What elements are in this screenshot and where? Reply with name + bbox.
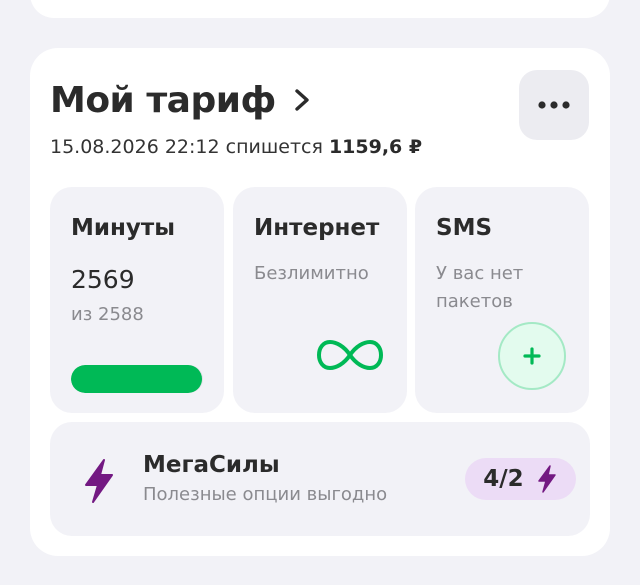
- charge-time: 22:12: [164, 136, 220, 158]
- charge-info: 15.08.2026 22:12 спишется 1159,6 ₽: [50, 136, 422, 158]
- charge-action: спишется: [225, 136, 323, 158]
- lightning-small-icon: [537, 465, 556, 493]
- charge-amount: 1159,6 ₽: [328, 136, 423, 158]
- previous-card: [30, 0, 610, 18]
- page-title: Мой тариф: [50, 79, 276, 121]
- tariff-card: Мой тариф 15.08.2026 22:12 спишется 1159…: [30, 48, 610, 556]
- sms-title: SMS: [436, 215, 493, 241]
- internet-title: Интернет: [254, 215, 380, 241]
- tariff-header-link[interactable]: Мой тариф: [50, 76, 312, 124]
- minutes-progress-bar: [71, 365, 203, 393]
- infinity-icon: [317, 339, 383, 371]
- minutes-tile[interactable]: Минуты 2569 из 2588: [50, 187, 224, 413]
- more-options-button[interactable]: [519, 70, 589, 140]
- minutes-remaining: 2569: [71, 265, 135, 294]
- more-dots-icon: [538, 101, 570, 109]
- plus-icon: [523, 347, 541, 365]
- megasily-subtitle: Полезные опции выгодно: [143, 484, 388, 505]
- chevron-right-icon: [294, 89, 309, 111]
- megasily-count: 4/2: [483, 466, 524, 492]
- megasily-row[interactable]: МегаСилы Полезные опции выгодно 4/2: [50, 422, 590, 536]
- sms-tile[interactable]: SMS У вас нет пакетов: [415, 187, 589, 413]
- add-sms-package-button[interactable]: [498, 322, 566, 390]
- internet-tile[interactable]: Интернет Безлимитно: [233, 187, 407, 413]
- charge-date: 15.08.2026: [50, 136, 159, 158]
- minutes-total: из 2588: [71, 304, 144, 325]
- megasily-badge: 4/2: [465, 458, 576, 500]
- lightning-icon: [85, 459, 113, 503]
- internet-status: Безлимитно: [254, 263, 369, 284]
- minutes-title: Минуты: [71, 215, 176, 241]
- sms-status: У вас нет пакетов: [436, 263, 524, 312]
- minutes-progress-fill: [71, 365, 203, 393]
- megasily-title: МегаСилы: [143, 452, 280, 478]
